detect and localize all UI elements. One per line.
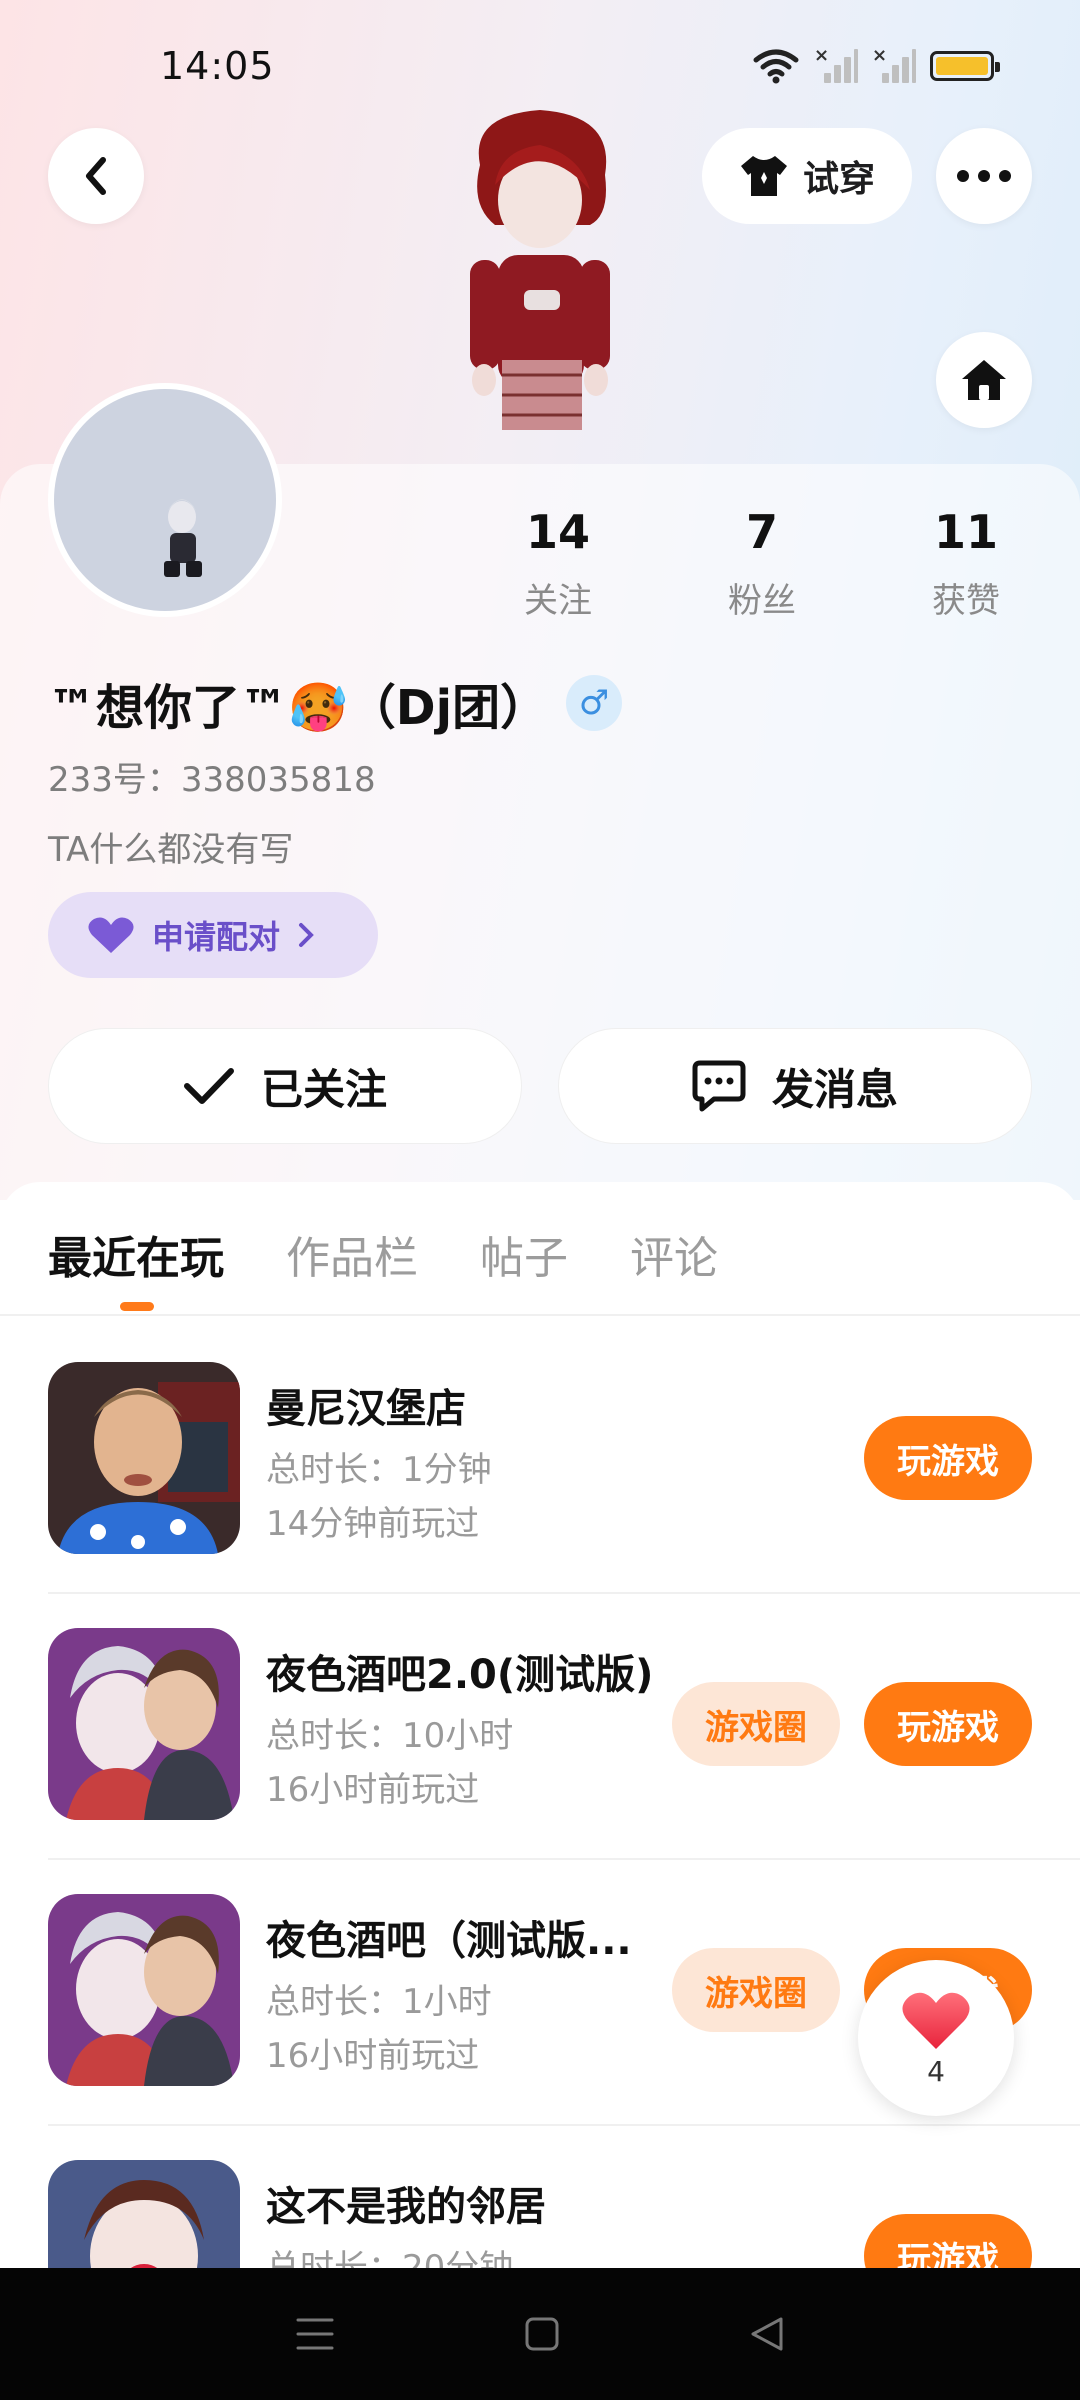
game-duration: 总时长：10小时 [266, 1716, 514, 1756]
tab-bar: 最近在玩 作品栏 帖子 评论 [48, 1222, 718, 1311]
tab-recently-played[interactable]: 最近在玩 [48, 1222, 224, 1311]
heart-pair-icon [88, 917, 134, 953]
back-button[interactable] [48, 128, 144, 224]
avatar-figure [164, 499, 202, 577]
divider [48, 2124, 1080, 2126]
system-navigation-bar [0, 2268, 1080, 2400]
username: ™想你了™🥵（Dj团） [48, 680, 549, 736]
male-gender-icon: ♂ [566, 675, 623, 731]
game-title: 这不是我的邻居 [266, 2184, 546, 2230]
more-options-button[interactable] [936, 128, 1032, 224]
home-icon [962, 360, 1006, 400]
wifi-icon [753, 49, 799, 84]
like-float-button[interactable]: 4 [858, 1960, 1014, 2116]
game-list-item[interactable]: 夜色酒吧2.0(测试版) 总时长：10小时 16小时前玩过 游戏圈 玩游戏 [48, 1628, 1080, 1894]
followers-stat[interactable]: 7 粉丝 [682, 505, 842, 622]
send-message-label: 发消息 [771, 1064, 898, 1114]
game-title: 夜色酒吧2.0(测试版) [266, 1652, 654, 1698]
status-time: 14:05 [160, 44, 275, 88]
play-game-button[interactable]: 玩游戏 [864, 1682, 1032, 1766]
likes-label: 获赞 [932, 581, 1000, 621]
likes-count: 11 [933, 505, 998, 559]
bio: TA什么都没有写 [48, 830, 294, 870]
try-on-button[interactable]: 试穿 [702, 128, 912, 224]
game-list-item[interactable]: 这不是我的邻居 总时长：20分钟 玩游戏 [48, 2160, 1080, 2272]
check-icon [183, 1068, 234, 1104]
like-count: 4 [927, 2054, 945, 2088]
game-circle-button[interactable]: 游戏圈 [672, 1682, 840, 1766]
status-icons: × × [752, 45, 1000, 84]
game-title: 曼尼汉堡店 [266, 1386, 466, 1432]
back-triangle-icon[interactable] [749, 2315, 785, 2353]
battery-icon [930, 51, 1000, 81]
bar-game-icon[interactable] [48, 1628, 240, 1820]
divider [48, 1858, 1080, 1860]
heart-icon [902, 1992, 970, 2049]
following-label: 关注 [524, 581, 592, 621]
following-count: 14 [525, 505, 590, 559]
home-square-icon[interactable] [524, 2316, 560, 2352]
chat-bubble-icon [692, 1060, 746, 1112]
bar-game-icon[interactable] [48, 1894, 240, 2086]
avatar[interactable] [48, 383, 282, 617]
signal-icon: × [814, 45, 858, 83]
game-duration: 总时长：1分钟 [266, 1450, 492, 1490]
game-last-played: 16小时前玩过 [266, 2036, 480, 2076]
following-stat[interactable]: 14 关注 [478, 505, 638, 622]
send-message-button[interactable]: 发消息 [558, 1028, 1032, 1144]
request-pair-label: 申请配对 [152, 918, 281, 956]
username-row: ™想你了™🥵（Dj团） ♂ [48, 668, 623, 738]
chevron-left-icon [86, 157, 106, 195]
more-dots-icon [957, 170, 1011, 182]
user-id: 233号：338035818 [48, 760, 376, 800]
game-duration: 总时长：1小时 [266, 1982, 492, 2022]
game-title: 夜色酒吧（测试版... [266, 1918, 632, 1964]
home-button[interactable] [936, 332, 1032, 428]
game-circle-button[interactable]: 游戏圈 [672, 1948, 840, 2032]
following-button[interactable]: 已关注 [48, 1028, 522, 1144]
following-button-label: 已关注 [260, 1064, 387, 1114]
play-game-button[interactable]: 玩游戏 [864, 2214, 1032, 2272]
tshirt-icon [740, 156, 787, 196]
tab-divider [0, 1314, 1080, 1316]
neighbor-game-icon[interactable] [48, 2160, 240, 2272]
game-last-played: 16小时前玩过 [266, 1770, 480, 1810]
menu-icon[interactable] [295, 2316, 335, 2352]
followers-label: 粉丝 [728, 581, 796, 621]
request-pair-button[interactable]: 申请配对 [48, 892, 378, 978]
play-game-button[interactable]: 玩游戏 [864, 1416, 1032, 1500]
tab-posts[interactable]: 帖子 [480, 1222, 568, 1286]
burger-game-icon[interactable] [48, 1362, 240, 1554]
3d-avatar-figure [440, 105, 640, 465]
tab-comments[interactable]: 评论 [630, 1222, 718, 1286]
signal-icon: × [872, 45, 916, 83]
divider [48, 1592, 1080, 1594]
chevron-right-icon [299, 923, 314, 947]
tab-works[interactable]: 作品栏 [286, 1222, 418, 1286]
game-last-played: 14分钟前玩过 [266, 1504, 480, 1544]
followers-count: 7 [745, 505, 778, 559]
game-list-item[interactable]: 曼尼汉堡店 总时长：1分钟 14分钟前玩过 玩游戏 [48, 1362, 1080, 1628]
try-on-label: 试穿 [802, 159, 875, 200]
likes-stat[interactable]: 11 获赞 [886, 505, 1046, 622]
